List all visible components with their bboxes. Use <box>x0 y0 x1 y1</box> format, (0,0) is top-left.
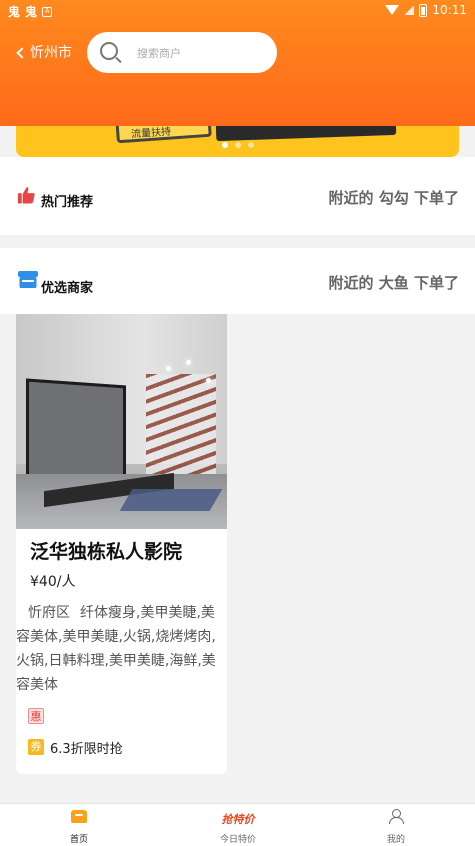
hot-recommend-activity: 附近的 勾勾 下单了 <box>328 189 459 207</box>
notification-icon: 鬼 <box>25 5 38 19</box>
deal-logo: 抢特价 <box>221 813 255 826</box>
nav-daily-deal[interactable]: 抢特价 今日特价 <box>188 808 288 845</box>
search-placeholder: 搜索商户 <box>137 47 181 60</box>
city-label: 忻州市 <box>30 45 72 61</box>
preferred-merchants-title: 优选商家 <box>41 281 94 296</box>
merchant-price: ¥40/人 <box>30 574 76 590</box>
status-right: 10:11 <box>385 3 467 17</box>
photo-light <box>206 378 211 383</box>
city-selector[interactable]: 忻州市 <box>16 42 72 62</box>
battery-icon <box>419 3 428 17</box>
nav-daily-deal-label: 今日特价 <box>219 835 256 845</box>
store-icon <box>18 271 38 288</box>
search-input[interactable]: 搜索商户 <box>87 32 277 73</box>
coupon-offer: 6.3折限时抢 <box>50 742 123 757</box>
banner-graphic <box>215 126 397 142</box>
chevron-left-icon <box>16 47 28 59</box>
preferred-merchants-section: 优选商家 附近的 大鱼 下单了 <box>0 248 475 314</box>
merchant-name: 泛华独栋私人影院 <box>30 541 183 563</box>
coupon-badge: 券 <box>28 739 44 755</box>
thumbs-up-icon <box>17 187 35 204</box>
carousel-dot[interactable] <box>235 142 241 148</box>
status-time: 10:11 <box>432 3 467 17</box>
preferred-merchants-activity: 附近的 大鱼 下单了 <box>328 274 459 292</box>
carousel-dot[interactable] <box>222 142 228 148</box>
nav-home[interactable]: 首页 <box>29 808 129 845</box>
carousel-dots <box>222 142 254 148</box>
photo-rug <box>119 489 223 511</box>
home-icon <box>71 810 87 823</box>
status-bar: 鬼 鬼 A 10:11 <box>0 0 475 22</box>
carousel-dot[interactable] <box>248 142 254 148</box>
search-icon <box>100 42 118 60</box>
signal-icon <box>404 5 415 15</box>
merchant-district: 忻府区 <box>28 605 70 621</box>
wifi-icon <box>385 5 400 15</box>
merchant-photo <box>16 314 227 529</box>
photo-staircase <box>146 374 216 484</box>
nav-mine[interactable]: 我的 <box>346 808 446 845</box>
app-notification-icon: A <box>42 6 53 17</box>
promo-banner[interactable]: 流量扶持 <box>16 126 459 157</box>
hot-recommend-section: 热门推荐 附近的 勾勾 下单了 <box>0 157 475 235</box>
header-bar: 鬼 鬼 A 10:11 忻州市 搜索商户 <box>0 0 475 126</box>
photo-light <box>166 366 171 371</box>
merchant-categories: 忻府区 纤体瘦身,美甲美睫,美容美体,美甲美睫,火锅,烧烤烤肉,火锅,日韩料理,美… <box>16 601 227 697</box>
photo-light <box>186 360 191 365</box>
user-icon <box>388 809 404 824</box>
notification-icon: 鬼 <box>8 5 21 19</box>
merchant-card[interactable]: 泛华独栋私人影院 ¥40/人 忻府区 纤体瘦身,美甲美睫,美容美体,美甲美睫,火锅… <box>16 314 227 774</box>
nav-mine-label: 我的 <box>386 835 405 845</box>
bottom-nav: 首页 抢特价 今日特价 我的 <box>0 803 475 846</box>
nav-home-label: 首页 <box>69 835 88 845</box>
discount-badge: 惠 <box>28 708 44 724</box>
hot-recommend-title: 热门推荐 <box>41 195 94 210</box>
status-left: 鬼 鬼 A <box>8 3 53 20</box>
